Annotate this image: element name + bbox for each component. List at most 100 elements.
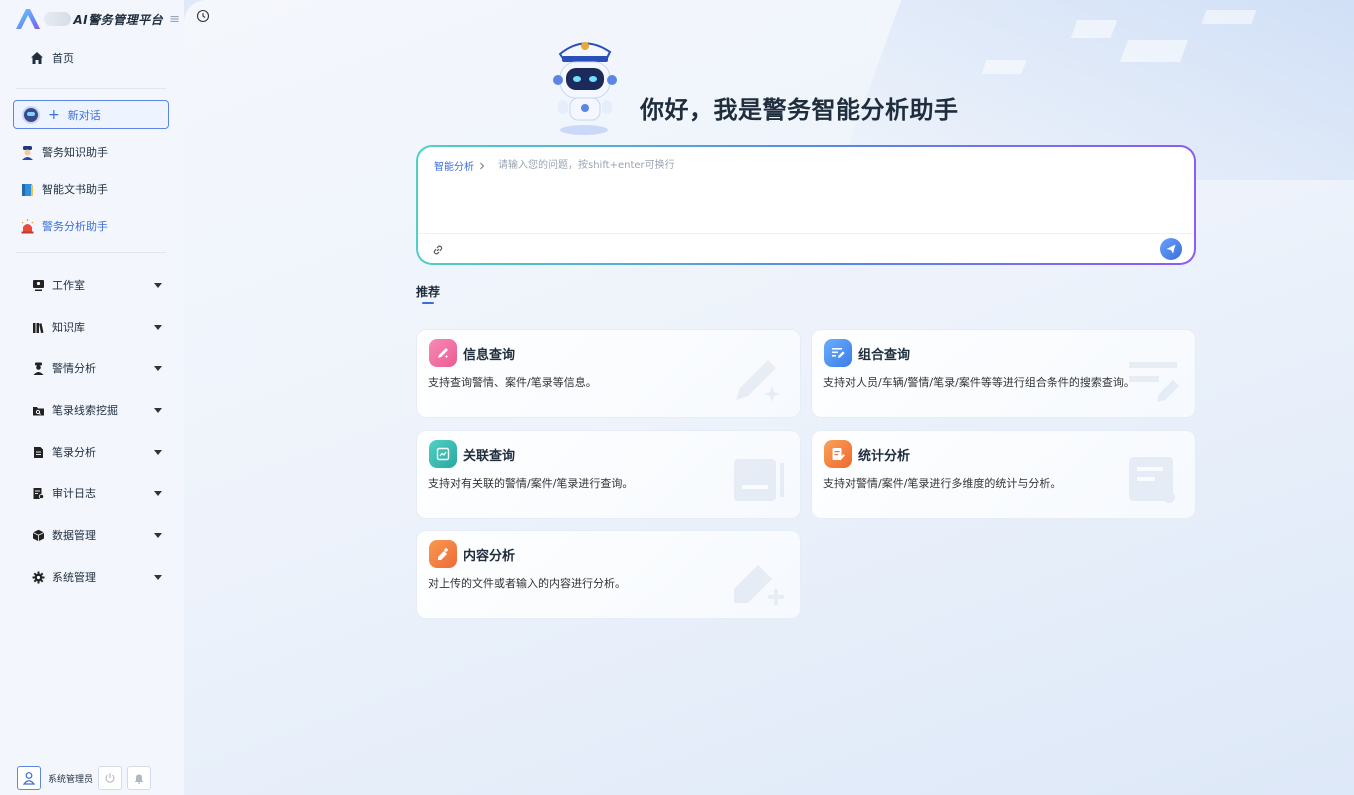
chevron-down-icon <box>154 282 162 288</box>
divider <box>16 88 166 89</box>
new-chat-label: 新对话 <box>67 108 101 122</box>
card-title: 内容分析 <box>463 549 516 564</box>
menu-toggle-icon[interactable]: ≡ <box>169 12 180 27</box>
sidebar: AI警务管理平台 ≡ 首页 + 新对话 警务知识助手 智能文书助手 警务分析助手… <box>0 0 184 795</box>
bell-icon <box>135 774 143 784</box>
robot-avatar-icon <box>22 105 40 124</box>
monitor-user-icon <box>33 279 44 291</box>
logout-button[interactable] <box>98 766 122 790</box>
card-title: 信息查询 <box>463 348 516 363</box>
card-description: 支持对有关联的警情/案件/笔录进行查询。 <box>428 477 634 490</box>
chevron-right-icon <box>480 162 485 169</box>
card-title: 组合查询 <box>858 348 911 363</box>
sidebar-group-label: 知识库 <box>52 321 85 334</box>
sidebar-group-audit-log[interactable]: 审计日志 <box>32 481 164 505</box>
sidebar-group-label: 数据管理 <box>52 529 96 542</box>
card-description: 支持查询警情、案件/笔录等信息。 <box>428 376 597 389</box>
sidebar-item-label: 警务知识助手 <box>42 146 108 159</box>
logo: AI警务管理平台 ≡ <box>14 6 180 32</box>
card-title: 统计分析 <box>858 449 911 464</box>
chevron-down-icon <box>154 407 162 413</box>
tab-underline <box>422 302 434 304</box>
sidebar-group-label: 审计日志 <box>52 487 96 500</box>
background-decoration <box>1201 10 1257 24</box>
chevron-down-icon <box>154 532 162 538</box>
background-decoration <box>1070 20 1118 38</box>
sidebar-group-data-management[interactable]: 数据管理 <box>32 523 164 547</box>
card-description: 支持对警情/案件/笔录进行多维度的统计与分析。 <box>823 477 1062 490</box>
background-decoration <box>981 60 1027 74</box>
sidebar-group-label: 警情分析 <box>52 362 96 375</box>
folder-search-icon <box>33 406 44 415</box>
new-chat-button[interactable]: + 新对话 <box>13 100 169 129</box>
background-decoration <box>1119 40 1189 62</box>
chevron-down-icon <box>154 449 162 455</box>
sidebar-item-label: 智能文书助手 <box>42 183 108 196</box>
notification-button[interactable] <box>127 766 151 790</box>
sidebar-group-label: 工作室 <box>52 279 85 292</box>
document-chart-icon <box>429 440 457 468</box>
history-icon[interactable] <box>196 8 210 27</box>
document-icon <box>34 446 43 458</box>
card-association-query[interactable]: 关联查询 支持对有关联的警情/案件/笔录进行查询。 <box>416 430 801 519</box>
sidebar-item-document-assistant[interactable]: 智能文书助手 <box>20 177 108 201</box>
divider <box>418 233 1194 234</box>
gear-icon <box>32 571 45 583</box>
home-icon <box>31 52 43 64</box>
card-statistical-analysis[interactable]: 统计分析 支持对警情/案件/笔录进行多维度的统计与分析。 <box>811 430 1196 519</box>
power-icon <box>105 773 115 783</box>
mode-selector[interactable]: 智能分析 <box>434 158 486 173</box>
main-area: 你好，我是警务智能分析助手 智能分析 推荐 信息查询 支持查询警情、案件/笔录等… <box>184 0 1354 795</box>
sidebar-item-label: 首页 <box>52 52 74 65</box>
robot-mascot-icon <box>553 42 617 135</box>
siren-icon <box>21 218 34 233</box>
sidebar-item-home[interactable]: 首页 <box>30 46 74 70</box>
sidebar-group-transcript-analysis[interactable]: 笔录分析 <box>32 440 164 464</box>
chat-input-box: 智能分析 <box>418 147 1194 263</box>
card-content-analysis[interactable]: 内容分析 对上传的文件或者输入的内容进行分析。 <box>416 530 801 619</box>
chevron-down-icon <box>154 490 162 496</box>
plus-icon: + <box>48 106 60 123</box>
sidebar-group-label: 笔录分析 <box>52 446 96 459</box>
sidebar-group-knowledge-base[interactable]: 知识库 <box>32 315 164 339</box>
police-officer-icon <box>22 145 33 160</box>
card-combined-query[interactable]: 组合查询 支持对人员/车辆/警情/笔录/案件等等进行组合条件的搜索查询。 <box>811 329 1196 418</box>
sidebar-group-studio[interactable]: 工作室 <box>32 273 164 297</box>
recommend-tab[interactable]: 推荐 <box>416 283 440 300</box>
attachment-link-icon[interactable] <box>432 241 444 260</box>
list-watermark-icon <box>1129 362 1179 402</box>
eraser-plus-icon <box>429 540 457 568</box>
app-title: AI警务管理平台 <box>73 12 164 27</box>
sidebar-item-label: 警务分析助手 <box>42 220 108 233</box>
sidebar-group-incident-analysis[interactable]: 警情分析 <box>32 356 164 380</box>
mode-label: 智能分析 <box>434 162 474 173</box>
greeting-title: 你好，我是警务智能分析助手 <box>640 96 959 124</box>
card-description: 支持对人员/车辆/警情/笔录/案件等等进行组合条件的搜索查询。 <box>823 376 1135 389</box>
book-icon <box>22 183 33 196</box>
sidebar-group-label: 笔录线索挖掘 <box>52 404 118 417</box>
report-watermark-icon <box>1129 457 1175 503</box>
audit-log-icon <box>33 487 45 499</box>
card-info-query[interactable]: 信息查询 支持查询警情、案件/笔录等信息。 <box>416 329 801 418</box>
sidebar-group-clue-mining[interactable]: 笔录线索挖掘 <box>32 398 164 422</box>
send-button[interactable] <box>1160 238 1182 260</box>
prompt-input[interactable] <box>498 156 1178 174</box>
report-edit-icon <box>824 440 852 468</box>
sidebar-item-police-knowledge[interactable]: 警务知识助手 <box>20 140 108 164</box>
divider <box>16 252 166 253</box>
pencil-watermark-icon <box>736 360 780 402</box>
send-icon <box>1166 244 1176 254</box>
books-icon <box>33 322 44 333</box>
sidebar-item-analysis-assistant[interactable]: 警务分析助手 <box>20 214 108 238</box>
sidebar-group-system-management[interactable]: 系统管理 <box>32 565 164 589</box>
user-icon <box>22 772 36 785</box>
sidebar-group-label: 系统管理 <box>52 571 96 584</box>
eraser-watermark-icon <box>734 565 784 605</box>
user-avatar[interactable] <box>17 766 41 790</box>
card-title: 关联查询 <box>463 449 516 464</box>
logo-mark <box>14 7 44 31</box>
logo-blurred-text <box>44 12 72 26</box>
chevron-down-icon <box>154 324 162 330</box>
filter-edit-icon <box>824 339 852 367</box>
chevron-down-icon <box>154 574 162 580</box>
